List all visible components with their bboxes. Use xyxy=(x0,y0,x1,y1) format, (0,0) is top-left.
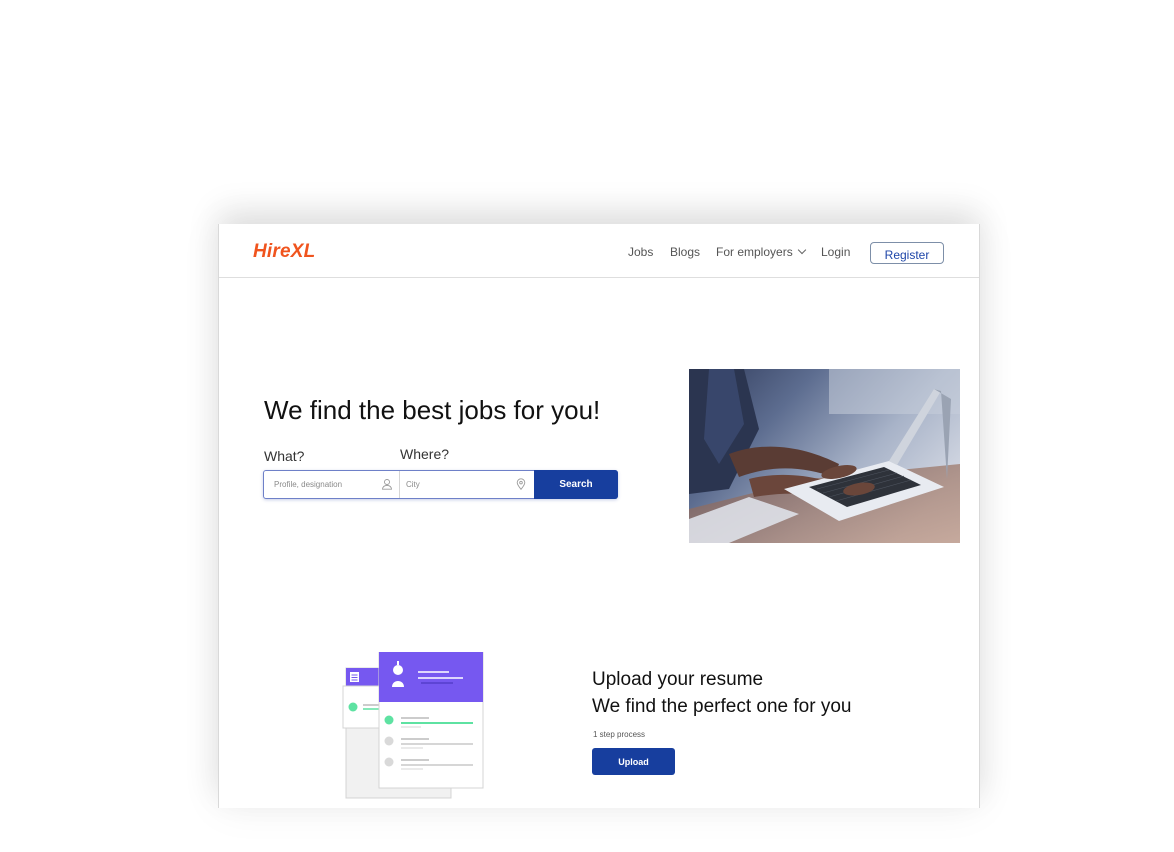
upload-heading-line1: Upload your resume xyxy=(592,669,764,690)
what-input[interactable] xyxy=(264,472,374,497)
upload-button[interactable]: Upload xyxy=(592,748,675,775)
for-employers-label: For employers xyxy=(716,245,793,259)
chevron-down-icon xyxy=(797,245,806,255)
where-label: Where? xyxy=(400,446,450,462)
what-field-wrapper xyxy=(264,471,400,498)
laptop-photo-illustration xyxy=(689,369,960,543)
nav-link-jobs[interactable]: Jobs xyxy=(628,245,653,259)
brand-logo[interactable]: HireXL xyxy=(253,241,315,263)
search-button[interactable]: Search xyxy=(534,470,618,499)
register-button[interactable]: Register xyxy=(870,242,944,264)
hero-title: We find the best jobs for you! xyxy=(264,395,601,425)
resume-cards-graphic xyxy=(342,651,484,799)
nav-link-login[interactable]: Login xyxy=(821,245,850,259)
top-nav-bar: HireXL Jobs Blogs For employers Login Re… xyxy=(219,224,979,278)
hero-photo-laptop xyxy=(689,369,960,543)
page-background: HireXL Jobs Blogs For employers Login Re… xyxy=(0,0,1174,852)
nav-dropdown-for-employers[interactable]: For employers xyxy=(716,245,806,259)
upload-heading-line2: We find the perfect one for you xyxy=(592,696,852,717)
what-label: What? xyxy=(264,448,305,464)
website-frame: HireXL Jobs Blogs For employers Login Re… xyxy=(218,224,980,808)
location-pin-icon xyxy=(516,478,526,490)
where-input[interactable] xyxy=(398,472,506,497)
user-icon xyxy=(382,479,392,490)
step-process-text: 1 step process xyxy=(593,730,646,739)
job-search-bar: Search xyxy=(263,470,618,499)
resume-illustration xyxy=(341,651,491,802)
where-field-wrapper xyxy=(398,471,534,498)
menu-icon xyxy=(350,672,359,682)
nav-link-blogs[interactable]: Blogs xyxy=(670,245,700,259)
